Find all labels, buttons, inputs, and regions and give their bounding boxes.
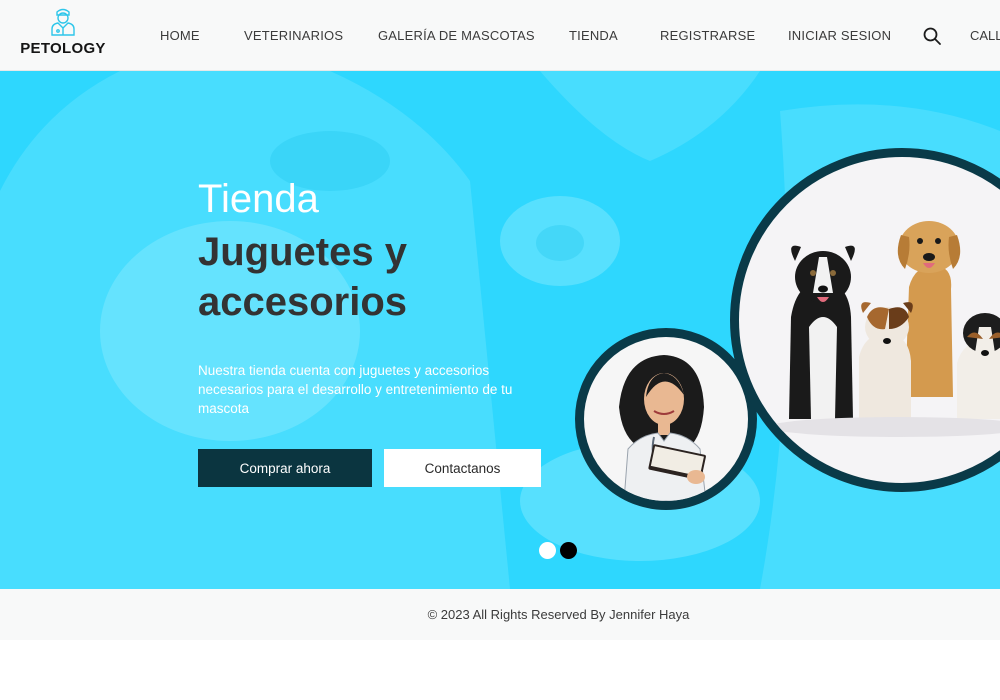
veterinarian-icon xyxy=(51,8,75,36)
contactanos-button[interactable]: Contactanos xyxy=(384,449,541,487)
nav-galeria-mascotas[interactable]: GALERÍA DE MASCOTAS xyxy=(378,28,535,43)
carousel-dot-2[interactable] xyxy=(560,542,577,559)
nav-veterinarios[interactable]: VETERINARIOS xyxy=(244,28,343,43)
footer: © 2023 All Rights Reserved By Jennifer H… xyxy=(0,589,1000,640)
nav-home[interactable]: HOME xyxy=(160,28,200,43)
brand-name: PETOLOGY xyxy=(20,40,106,57)
veterinarian-illustration xyxy=(619,355,707,501)
dogs-illustration xyxy=(769,221,1000,437)
nav-registrarse[interactable]: REGISTRARSE xyxy=(660,28,755,43)
nav-tienda[interactable]: TIENDA xyxy=(569,28,618,43)
logo[interactable]: PETOLOGY xyxy=(18,6,108,66)
hero-heading: Juguetes y accesorios xyxy=(198,230,408,324)
carousel-dot-1[interactable] xyxy=(539,542,556,559)
copyright-text: © 2023 All Rights Reserved By Jennifer H… xyxy=(427,607,690,622)
search-button[interactable] xyxy=(922,26,942,46)
hero-banner: Tienda Juguetes y accesorios Nuestra tie… xyxy=(0,71,1000,589)
call-link[interactable]: CALL xyxy=(970,28,1000,43)
hero-title: Tienda xyxy=(198,177,319,221)
nav-iniciar-sesion[interactable]: INICIAR SESION xyxy=(788,28,891,43)
hero-description: Nuestra tienda cuenta con juguetes y acc… xyxy=(198,363,513,416)
navbar: PETOLOGY HOME VETERINARIOS GALERÍA DE MA… xyxy=(0,0,1000,71)
comprar-ahora-button[interactable]: Comprar ahora xyxy=(198,449,372,487)
veterinarian-image xyxy=(575,328,757,510)
search-icon xyxy=(923,27,941,45)
